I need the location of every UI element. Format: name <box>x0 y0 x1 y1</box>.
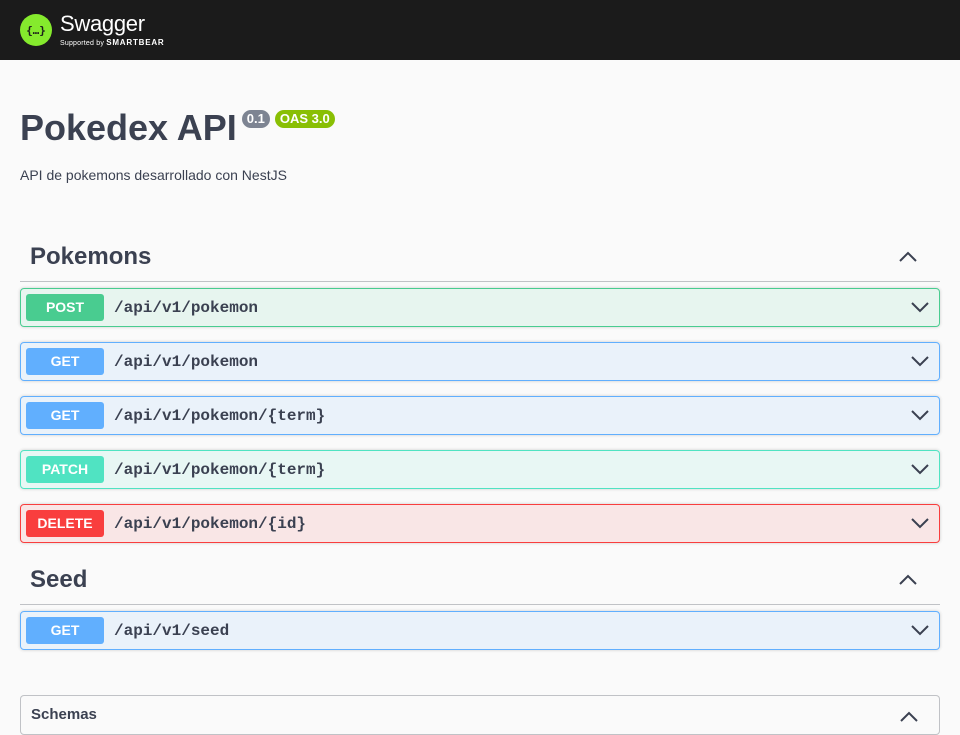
operation-path: /api/v1/pokemon/{term} <box>114 460 326 479</box>
brand-subtitle: Supported by SMARTBEAR <box>60 38 165 48</box>
method-badge: POST <box>26 294 104 321</box>
brand-sub-name: SMARTBEAR <box>106 38 165 47</box>
logo-text[interactable]: Swagger Supported by SMARTBEAR <box>60 11 165 48</box>
tag-title: Pokemons <box>30 242 152 270</box>
operation-patch-pokemon-term[interactable]: PATCH /api/v1/pokemon/{term} <box>20 450 940 489</box>
operation-post-pokemon[interactable]: POST /api/v1/pokemon <box>20 288 940 327</box>
version-badge: 0.1 <box>241 110 270 128</box>
chevron-up-icon[interactable] <box>899 710 919 724</box>
svg-text:{…}: {…} <box>26 24 46 37</box>
operation-get-pokemon[interactable]: GET /api/v1/pokemon <box>20 342 940 381</box>
operation-path: /api/v1/pokemon <box>114 352 259 371</box>
operation-path: /api/v1/pokemon <box>114 298 259 317</box>
chevron-down-icon[interactable] <box>911 462 929 476</box>
chevron-down-icon[interactable] <box>911 354 929 368</box>
brand-sub-prefix: Supported by <box>60 40 105 47</box>
chevron-up-icon[interactable] <box>898 250 918 264</box>
chevron-down-icon[interactable] <box>911 623 929 637</box>
method-badge: PATCH <box>26 456 104 483</box>
chevron-down-icon[interactable] <box>911 516 929 530</box>
page-title: Pokedex API <box>20 107 237 148</box>
chevron-down-icon[interactable] <box>911 300 929 314</box>
method-badge: GET <box>26 617 104 644</box>
tag-title: Seed <box>30 565 88 593</box>
oas-badge: OAS 3.0 <box>274 110 335 128</box>
tag-pokemons[interactable]: Pokemons <box>20 232 940 282</box>
chevron-down-icon[interactable] <box>911 408 929 422</box>
chevron-up-icon[interactable] <box>898 573 918 587</box>
operation-path: /api/v1/pokemon/{term} <box>114 406 326 425</box>
topbar: {…} Swagger Supported by SMARTBEAR <box>0 0 960 60</box>
operation-delete-pokemon-id[interactable]: DELETE /api/v1/pokemon/{id} <box>20 504 940 543</box>
operation-path: /api/v1/pokemon/{id} <box>114 514 307 533</box>
api-description: API de pokemons desarrollado con NestJS <box>20 167 287 183</box>
tag-seed[interactable]: Seed <box>20 555 940 605</box>
method-badge: DELETE <box>26 510 104 537</box>
method-badge: GET <box>26 402 104 429</box>
operation-get-pokemon-term[interactable]: GET /api/v1/pokemon/{term} <box>20 396 940 435</box>
schemas-section[interactable]: Schemas <box>20 695 940 735</box>
method-badge: GET <box>26 348 104 375</box>
operation-get-seed[interactable]: GET /api/v1/seed <box>20 611 940 650</box>
schemas-title: Schemas <box>31 706 97 723</box>
swagger-logo-icon[interactable]: {…} <box>20 14 52 46</box>
api-info: Pokedex API 0.1 OAS 3.0 API de pokemons … <box>20 100 940 183</box>
operation-path: /api/v1/seed <box>114 621 230 640</box>
brand-name: Swagger <box>60 11 145 36</box>
